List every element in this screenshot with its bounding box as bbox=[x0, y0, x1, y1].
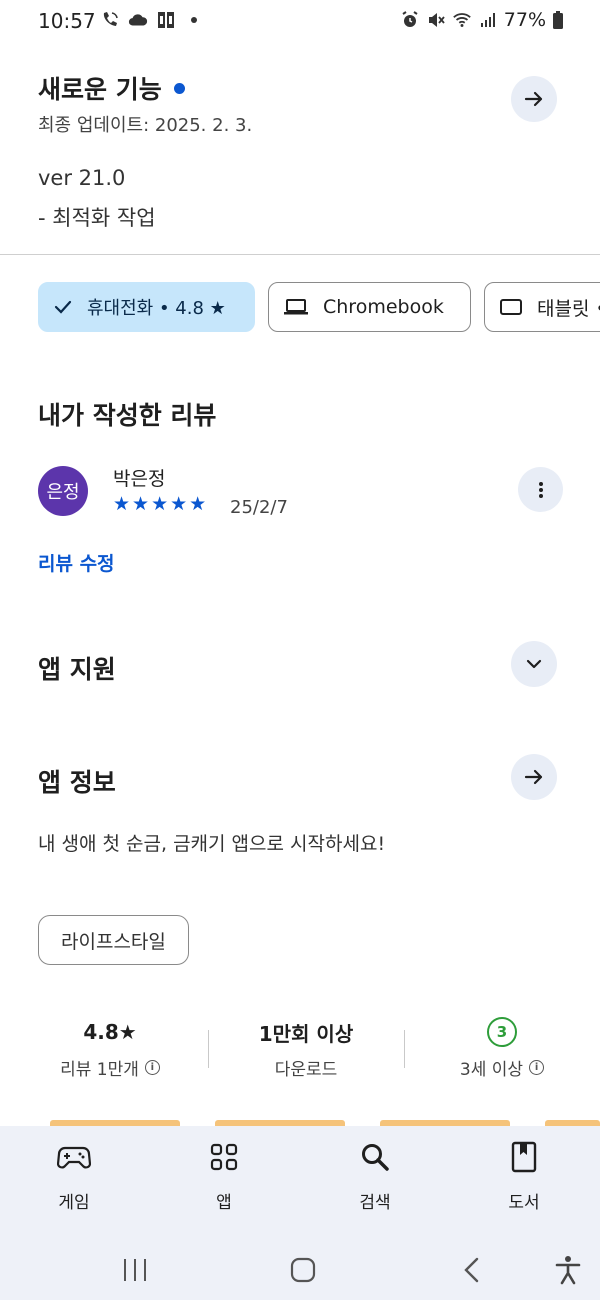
app-info-title: 앱 정보 bbox=[38, 768, 116, 797]
nav-item-apps[interactable]: 앱 bbox=[174, 1140, 274, 1213]
stat-divider bbox=[208, 1030, 209, 1068]
whats-new-arrow-button[interactable] bbox=[511, 76, 557, 122]
status-bar: 10:57 77% bbox=[0, 0, 600, 44]
stat-rating: 4.8★ 리뷰 1만개 i bbox=[30, 1016, 190, 1080]
nav-item-games[interactable]: 게임 bbox=[24, 1140, 124, 1213]
gamepad-icon bbox=[24, 1140, 124, 1174]
arrow-right-icon bbox=[524, 91, 543, 107]
laptop-icon bbox=[283, 297, 309, 317]
nav-item-search[interactable]: 검색 bbox=[325, 1140, 425, 1213]
nav-label: 게임 bbox=[58, 1193, 90, 1213]
device-chip-phone[interactable]: 휴대전화 • 4.8 ★ bbox=[38, 282, 255, 332]
search-icon bbox=[325, 1140, 425, 1174]
app-info-arrow-button[interactable] bbox=[511, 754, 557, 800]
age-rating-badge: 3 bbox=[487, 1017, 517, 1047]
stat-downloads-value: 1만회 이상 bbox=[258, 1021, 354, 1046]
recent-apps-icon bbox=[124, 1259, 146, 1281]
app-support-title: 앱 지원 bbox=[38, 655, 116, 684]
device-chip-chromebook[interactable]: Chromebook bbox=[268, 282, 471, 332]
back-chevron-icon bbox=[464, 1257, 479, 1283]
nav-label: 앱 bbox=[216, 1193, 232, 1213]
device-chip-label: 태블릿 • bbox=[537, 297, 600, 320]
avatar: 은정 bbox=[38, 466, 88, 516]
cloud-icon bbox=[128, 14, 148, 26]
review-more-button[interactable] bbox=[518, 467, 563, 512]
mute-icon bbox=[428, 13, 445, 27]
recent-apps-button[interactable] bbox=[110, 1250, 160, 1290]
nav-item-books[interactable]: 도서 bbox=[474, 1140, 574, 1213]
stat-rating-value: 4.8★ bbox=[83, 1020, 137, 1044]
star-rating: ★★★★★ bbox=[113, 493, 209, 515]
edit-review-link[interactable]: 리뷰 수정 bbox=[38, 549, 115, 576]
app-icon bbox=[158, 12, 174, 28]
home-icon bbox=[290, 1257, 316, 1283]
info-icon[interactable]: i bbox=[529, 1060, 545, 1075]
nav-label: 검색 bbox=[359, 1193, 391, 1213]
whats-new-title: 새로운 기능 bbox=[38, 70, 185, 106]
accessibility-icon bbox=[555, 1256, 581, 1285]
app-description: 내 생애 첫 순금, 금캐기 앱으로 시작하세요! bbox=[38, 833, 386, 855]
device-chip-label: 휴대전화 • 4.8 ★ bbox=[87, 298, 226, 319]
whats-new-version: ver 21.0 bbox=[38, 166, 126, 190]
stat-age-label: 3세 이상 bbox=[459, 1060, 524, 1080]
stat-downloads: 1만회 이상 다운로드 bbox=[226, 1016, 386, 1081]
accessibility-button[interactable] bbox=[543, 1250, 593, 1290]
info-icon[interactable]: i bbox=[144, 1060, 160, 1075]
whats-new-note: - 최적화 작업 bbox=[38, 206, 156, 230]
status-time: 10:57 bbox=[38, 9, 96, 33]
device-chip-tablet[interactable]: 태블릿 • bbox=[484, 282, 600, 332]
wifi-icon bbox=[452, 13, 471, 27]
app-support-expand-button[interactable] bbox=[511, 641, 557, 687]
apps-grid-icon bbox=[174, 1140, 274, 1174]
arrow-right-icon bbox=[524, 769, 543, 785]
alarm-icon bbox=[402, 11, 418, 27]
system-navigation-bar bbox=[0, 1238, 600, 1300]
battery-icon bbox=[553, 11, 563, 29]
signal-icon bbox=[480, 13, 495, 27]
nav-label: 도서 bbox=[508, 1193, 540, 1213]
dot-icon bbox=[191, 17, 197, 23]
more-vert-icon bbox=[538, 481, 543, 498]
stat-downloads-label: 다운로드 bbox=[274, 1060, 338, 1080]
stat-divider bbox=[404, 1030, 405, 1068]
last-updated-date: 최종 업데이트: 2025. 2. 3. bbox=[38, 115, 253, 136]
wifi-call-icon bbox=[103, 12, 118, 26]
section-divider bbox=[0, 254, 600, 255]
bottom-navigation: 게임 앱 검색 도서 bbox=[0, 1126, 600, 1238]
stat-rating-label: 리뷰 1만개 bbox=[60, 1060, 139, 1080]
new-indicator-dot bbox=[173, 82, 185, 94]
book-icon bbox=[474, 1140, 574, 1174]
reviewer-name: 박은정 bbox=[113, 468, 166, 490]
check-icon bbox=[53, 297, 73, 317]
device-chip-label: Chromebook bbox=[323, 296, 444, 318]
chevron-down-icon bbox=[526, 659, 542, 669]
tablet-icon bbox=[499, 297, 523, 317]
home-button[interactable] bbox=[278, 1250, 328, 1290]
battery-percent: 77% bbox=[503, 9, 546, 31]
review-date: 25/2/7 bbox=[230, 497, 288, 518]
stat-age-rating: 3 3세 이상 i bbox=[422, 1016, 582, 1080]
back-button[interactable] bbox=[447, 1250, 497, 1290]
category-chip[interactable]: 라이프스타일 bbox=[38, 915, 189, 965]
my-review-title: 내가 작성한 리뷰 bbox=[38, 401, 217, 430]
